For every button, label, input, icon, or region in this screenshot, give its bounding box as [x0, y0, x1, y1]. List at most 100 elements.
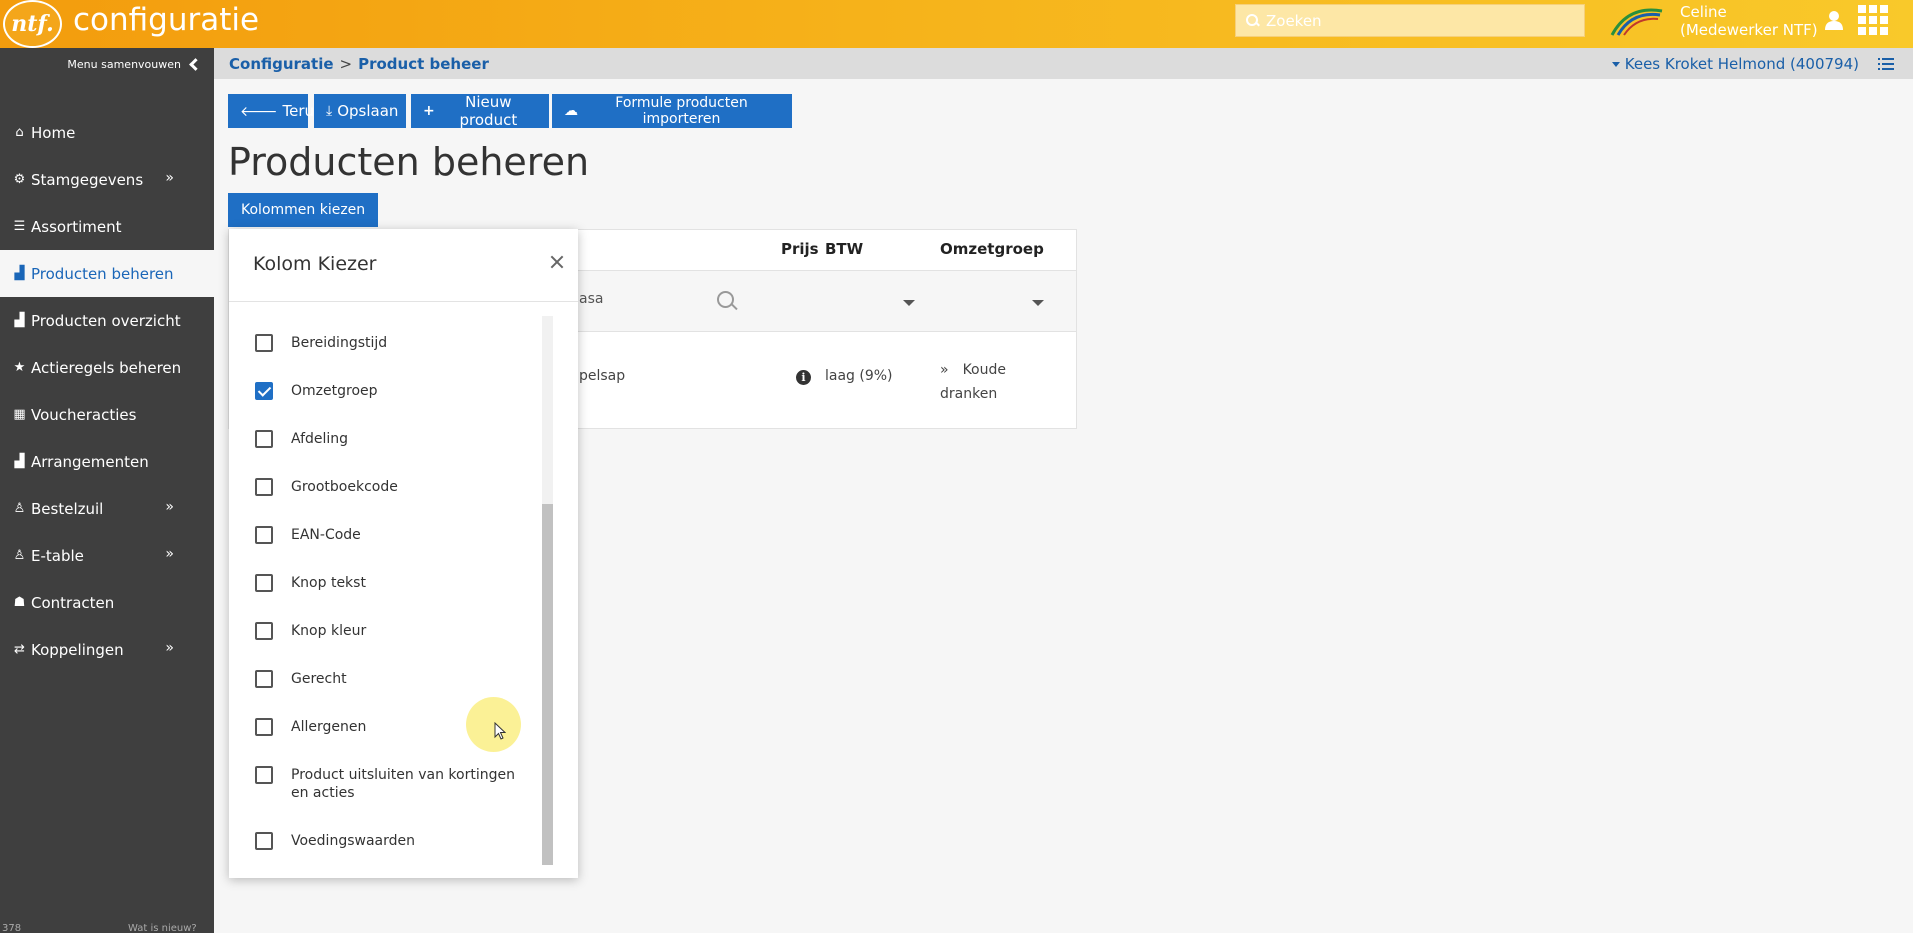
gear-icon: ⚙ [13, 172, 26, 187]
import-products-button[interactable]: ☁ Formule producten importeren [552, 94, 792, 128]
sidebar-item-label: Contracten [31, 593, 115, 612]
column-option[interactable]: Knop tekst [255, 574, 525, 592]
column-checkbox[interactable] [255, 670, 273, 688]
expand-submenu-icon: » [165, 546, 174, 562]
column-header-price[interactable]: Prijs [781, 240, 819, 258]
column-checkbox[interactable] [255, 382, 273, 400]
column-option[interactable]: Omzetgroep [255, 382, 525, 400]
sidebar-nav: ⌂ Home ⚙ Stamgegevens » ☰ Assortiment ▟ Producte… [0, 109, 214, 673]
list-view-icon[interactable] [1878, 58, 1894, 70]
column-checkbox[interactable] [255, 478, 273, 496]
column-option-label: EAN-Code [291, 527, 361, 543]
sidebar: Menu samenvouwen ⌂ Home ⚙ Stamgegevens » ☰ Ass… [0, 48, 214, 933]
column-option[interactable]: Voedingswaarden [255, 832, 525, 850]
column-option[interactable]: Afdeling [255, 430, 525, 448]
breadcrumb-product-beheer[interactable]: Product beheer [358, 55, 489, 73]
close-icon[interactable] [550, 255, 564, 269]
search-input[interactable] [1266, 11, 1566, 30]
plus-icon: + [423, 103, 435, 119]
star-icon: ★ [13, 360, 26, 375]
sidebar-item-label: Koppelingen [31, 640, 124, 659]
user-first-name: Celine [1680, 3, 1727, 21]
column-option-label: Knop tekst [291, 575, 366, 591]
kiosk-icon: ♙ [13, 548, 26, 563]
sidebar-item-actieregels-beheren[interactable]: ★ Actieregels beheren [0, 344, 214, 391]
column-checkbox[interactable] [255, 574, 273, 592]
column-header-vat[interactable]: BTW [825, 240, 863, 258]
column-option[interactable]: Gerecht [255, 670, 525, 688]
column-header-revenue-group[interactable]: Omzetgroep [940, 240, 1044, 258]
choose-columns-button[interactable]: Kolommen kiezen [228, 193, 379, 227]
search-icon [1246, 13, 1260, 28]
name-filter-input[interactable]: asa [579, 291, 603, 307]
product-name-cell[interactable]: pelsap [579, 368, 625, 384]
column-checkbox[interactable] [255, 766, 273, 784]
sidebar-item-e-table[interactable]: ♙ E-table » [0, 532, 214, 579]
user-role: (Medewerker NTF) [1680, 21, 1818, 39]
info-icon[interactable]: i [796, 370, 811, 385]
vat-filter-dropdown-icon[interactable] [903, 300, 915, 306]
scrollbar-thumb[interactable] [542, 504, 553, 865]
column-option[interactable]: EAN-Code [255, 526, 525, 544]
column-option[interactable]: Grootboekcode [255, 478, 525, 496]
column-option-label: Bereidingstijd [291, 335, 388, 351]
column-option-label: Gerecht [291, 671, 347, 687]
collapse-menu-button[interactable]: Menu samenvouwen [67, 58, 202, 71]
sidebar-item-arrangementen[interactable]: ▟ Arrangementen [0, 438, 214, 485]
top-bar: ntf. configuratie Celine (Medewerker NTF… [0, 0, 1913, 48]
sidebar-item-voucheracties[interactable]: ▦ Voucheracties [0, 391, 214, 438]
sidebar-item-label: E-table [31, 546, 84, 565]
search-box[interactable] [1235, 4, 1585, 37]
sidebar-item-label: Producten beheren [31, 264, 174, 283]
app-title: configuratie [73, 2, 260, 38]
breadcrumb-configuratie[interactable]: Configuratie [229, 55, 334, 73]
column-picker-panel: Kolom Kiezer Bereidingstijd Omzetgroep Afd… [229, 229, 578, 878]
breadcrumb: Configuratie > Product beheer [229, 55, 489, 73]
column-checkbox[interactable] [255, 718, 273, 736]
search-icon[interactable] [717, 291, 739, 313]
column-checkbox[interactable] [255, 430, 273, 448]
sidebar-item-contracten[interactable]: ☗ Contracten [0, 579, 214, 626]
column-option-label: Grootboekcode [291, 479, 398, 495]
expand-submenu-icon: » [165, 170, 174, 186]
column-option[interactable]: Product uitsluiten van kortingen en acti… [255, 766, 525, 802]
column-option-label: Omzetgroep [291, 383, 378, 399]
column-picker-title: Kolom Kiezer [253, 253, 377, 275]
back-button[interactable]: 🡐 Terug [228, 94, 324, 128]
apps-grid-icon[interactable] [1858, 5, 1888, 35]
products-icon: ▟ [14, 454, 25, 469]
sidebar-item-bestelzuil[interactable]: ♙ Bestelzuil » [0, 485, 214, 532]
whats-new-link[interactable]: Wat is nieuw? [128, 923, 197, 933]
sidebar-item-home[interactable]: ⌂ Home [0, 109, 214, 156]
revenue-group-line1: Koude [962, 362, 1006, 378]
sidebar-item-label: Stamgegevens [31, 170, 144, 189]
column-checkbox[interactable] [255, 832, 273, 850]
sidebar-item-producten-beheren[interactable]: ▟ Producten beheren [0, 250, 214, 297]
revenue-group-line2: dranken [940, 386, 998, 402]
sidebar-item-koppelingen[interactable]: ⇄ Koppelingen » [0, 626, 214, 673]
new-product-button[interactable]: + Nieuw product [411, 93, 549, 129]
user-name[interactable]: Celine (Medewerker NTF) [1680, 3, 1818, 39]
column-option[interactable]: Knop kleur [255, 622, 525, 640]
sidebar-item-label: Actieregels beheren [31, 358, 182, 377]
revenue-group-marker: » [940, 362, 949, 378]
ntf-logo[interactable]: ntf. [3, 0, 62, 48]
revenue-group-filter-dropdown-icon[interactable] [1032, 300, 1044, 306]
sidebar-item-stamgegevens[interactable]: ⚙ Stamgegevens » [0, 156, 214, 203]
column-option[interactable]: Bereidingstijd [255, 334, 525, 352]
column-option-label: Allergenen [291, 719, 367, 735]
column-checkbox[interactable] [255, 622, 273, 640]
location-selector[interactable]: Kees Kroket Helmond (400794) [1611, 55, 1859, 73]
sidebar-item-producten-overzicht[interactable]: ▟ Producten overzicht [0, 297, 214, 344]
vat-cell: laag (9%) [825, 368, 893, 384]
column-checkbox[interactable] [255, 526, 273, 544]
cloud-upload-icon: ☁ [564, 103, 578, 119]
save-button[interactable]: ⤓ Opslaan [314, 94, 406, 128]
sidebar-item-assortiment[interactable]: ☰ Assortiment [0, 203, 214, 250]
user-icon[interactable] [1824, 10, 1844, 30]
version-number: 378 [2, 923, 22, 933]
column-option-label: Knop kleur [291, 623, 367, 639]
column-checkbox[interactable] [255, 334, 273, 352]
arrow-left-icon: 🡐 [240, 103, 278, 120]
chevron-left-icon [189, 58, 202, 71]
